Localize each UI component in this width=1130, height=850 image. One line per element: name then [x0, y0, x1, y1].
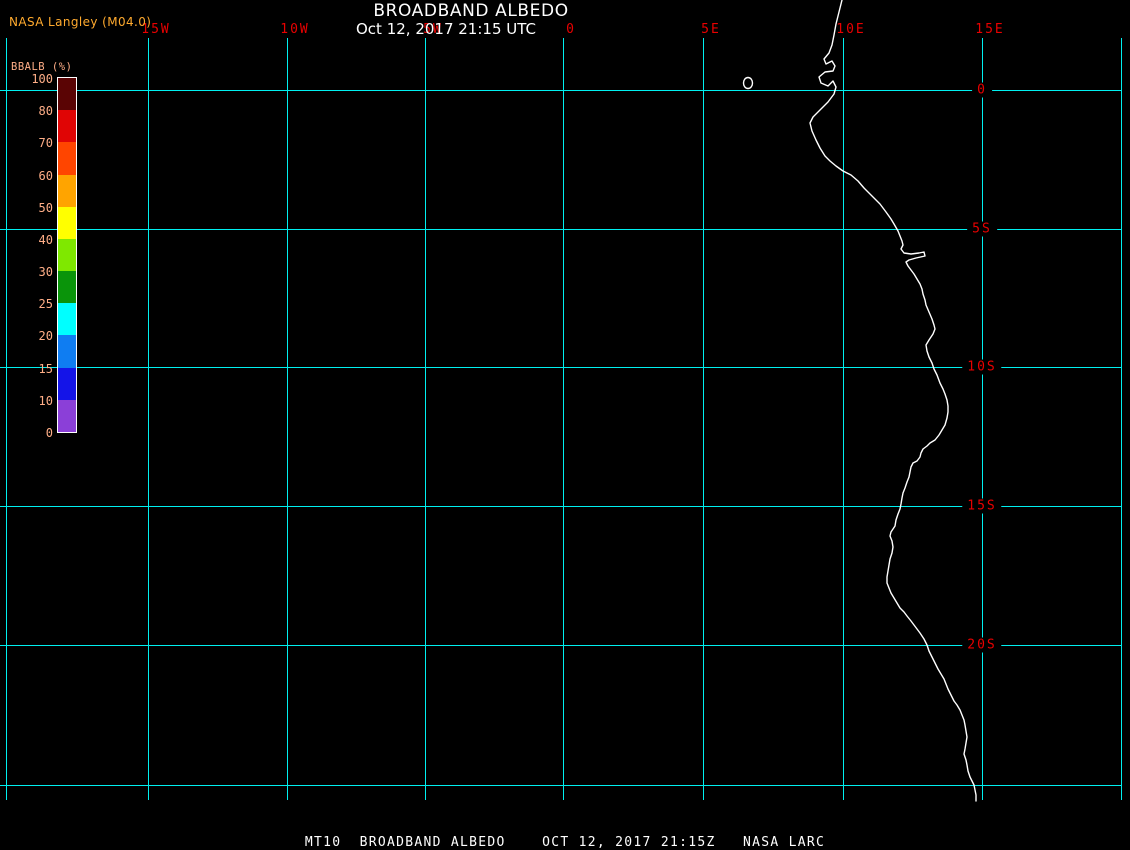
latitude-label-5s: 5S — [967, 221, 997, 237]
colorbar-band-20-15 — [58, 335, 76, 368]
colorbar-band-60-50 — [58, 174, 76, 207]
colorbar-tick-70: 70 — [38, 136, 53, 151]
colorbar-tick-10: 10 — [38, 393, 53, 408]
latitude-label-15s: 15S — [962, 498, 1002, 514]
page-title: BROADBAND ALBEDO — [373, 1, 569, 21]
colorbar-band-25-20 — [58, 303, 76, 336]
source-label: NASA Langley (M04.0) — [9, 15, 152, 29]
latitude-label-10s: 10S — [962, 359, 1002, 375]
latitude-label-0: 0 — [972, 82, 992, 98]
coastline-path — [809, 0, 977, 802]
colorbar-tick-15: 15 — [38, 361, 53, 376]
albedo-map-page: 15W 10W 5W 0 5E 10E 15E 0 5S 10S 15S 20S NASA Langl… — [0, 0, 1130, 850]
colorbar-tick-0: 0 — [45, 426, 53, 440]
coastline-svg — [742, 0, 977, 802]
colorbar-tick-25: 25 — [38, 297, 53, 312]
latitude-label-20s: 20S — [962, 637, 1002, 653]
colorbar-tick-40: 40 — [38, 232, 53, 247]
colorbar-tick-60: 60 — [38, 168, 53, 183]
longitude-label-10w: 10W — [280, 22, 310, 37]
colorbar-band-30-25 — [58, 271, 76, 304]
colorbar-band-15-10 — [58, 367, 76, 400]
colorbar — [57, 77, 77, 433]
colorbar-tick-50: 50 — [38, 200, 53, 215]
colorbar-band-40-30 — [58, 238, 76, 272]
colorbar-tick-30: 30 — [38, 265, 53, 280]
colorbar-tick-20: 20 — [38, 329, 53, 344]
footer-caption: MT10 BROADBAND ALBEDO OCT 12, 2017 21:15… — [304, 835, 826, 850]
colorbar-band-100-80 — [58, 78, 76, 111]
colorbar-tick-100: 100 — [31, 72, 53, 86]
colorbar-band-50-40 — [58, 206, 76, 239]
longitude-label-15e: 15E — [975, 22, 1005, 37]
longitude-label-5e: 5E — [701, 22, 721, 37]
colorbar-band-80-70 — [58, 110, 76, 143]
island-outline — [742, 76, 754, 90]
timestamp-subtitle: Oct 12, 2017 21:15 UTC — [356, 20, 536, 38]
longitude-label-0: 0 — [566, 22, 576, 37]
colorbar-tick-80: 80 — [38, 104, 53, 119]
colorbar-band-10-0 — [58, 399, 76, 432]
colorbar-band-70-60 — [58, 142, 76, 175]
longitude-label-10e: 10E — [836, 22, 866, 37]
